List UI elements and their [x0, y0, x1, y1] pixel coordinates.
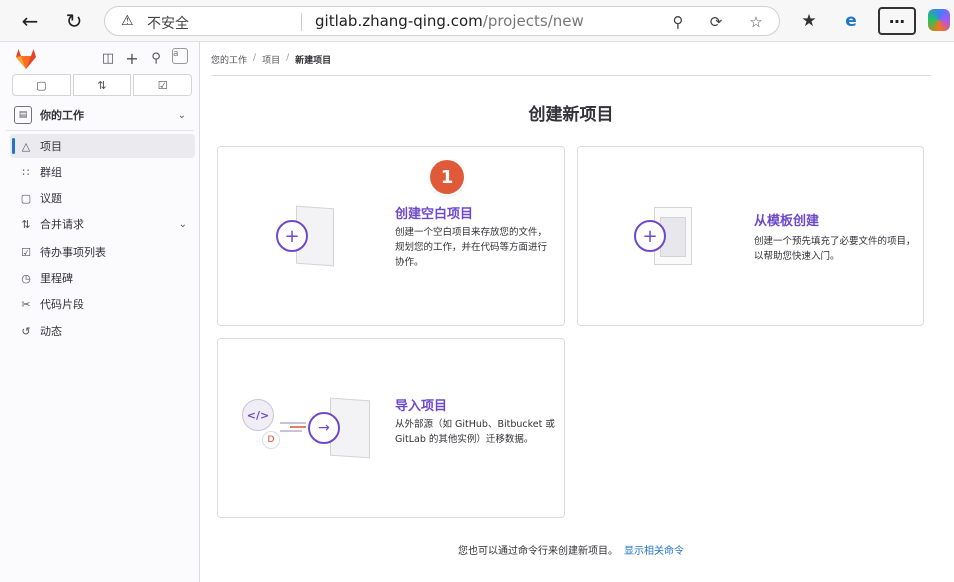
sidebar: ◫ + ⚲ a ▢ ⇅ ☑ ▤ 你的工作 ⌄ △ 项目 ∷ 群组 ▢ 议题 ⇅ … [0, 42, 200, 582]
merge-requests-quick-button[interactable]: ⇅ [72, 74, 132, 96]
gitlab-logo-icon[interactable] [14, 48, 38, 70]
breadcrumb-new-project[interactable]: 新建项目 [295, 53, 331, 66]
merge-request-icon: ⇅ [97, 78, 107, 92]
page-title: 创建新项目 [528, 105, 614, 125]
address-bar[interactable]: ⚠ 不安全 gitlab.zhang-qing.com/projects/new… [104, 6, 780, 36]
sidebar-item-issues[interactable]: ▢ 议题 [10, 186, 195, 210]
insecure-label[interactable]: 不安全 [147, 13, 189, 33]
sidebar-item-milestones[interactable]: ◷ 里程碑 [10, 266, 195, 290]
create-from-template-card[interactable]: + 从模板创建 创建一个预先填充了必要文件的项目，以帮助您快速入门。 [577, 146, 924, 326]
todo-icon: ☑ [21, 245, 31, 259]
plus-icon: + [634, 220, 666, 252]
quick-actions: ▢ ⇅ ☑ [12, 74, 193, 96]
search-icon[interactable]: ⚲ [146, 48, 166, 68]
group-icon: ∷ [22, 165, 30, 179]
create-new-icon[interactable]: + [122, 48, 142, 68]
merge-request-icon: ⇅ [21, 217, 31, 231]
breadcrumb: 您的工作 / 项目 / 新建项目 [211, 53, 332, 66]
sidebar-item-groups[interactable]: ∷ 群组 [10, 160, 195, 184]
sidebar-item-activity[interactable]: ↺ 动态 [10, 319, 195, 343]
issues-icon: ▢ [36, 78, 47, 92]
briefcase-icon: ▤ [14, 106, 32, 124]
sidebar-item-snippets[interactable]: ✂ 代码片段 [10, 292, 195, 316]
clock-icon: ◷ [21, 271, 31, 285]
sidebar-item-merge-requests[interactable]: ⇅ 合并请求 ⌄ [10, 212, 195, 236]
footer-note: 您也可以通过命令行来创建新项目。 显示相关命令 [458, 546, 684, 557]
favorites-icon[interactable]: ★ [796, 8, 822, 34]
todo-icon: ☑ [157, 78, 168, 92]
refresh-icon[interactable]: ↻ [60, 7, 88, 35]
code-icon: </> [242, 399, 274, 431]
project-icon: △ [21, 139, 31, 153]
import-project-card[interactable]: </> D → 导入项目 从外部源（如 GitHub、Bitbucket 或 G… [217, 338, 565, 518]
history-icon: ↺ [21, 324, 31, 338]
issues-quick-button[interactable]: ▢ [12, 74, 71, 96]
more-menu-button[interactable]: ⋯ [878, 7, 916, 35]
favorite-star-icon[interactable]: ☆ [745, 11, 767, 33]
url-text[interactable]: gitlab.zhang-qing.com/projects/new [315, 12, 584, 30]
gitlab-small-icon: D [262, 431, 280, 449]
chevron-down-icon: ⌄ [178, 218, 187, 230]
chevron-down-icon: ⌄ [177, 109, 186, 121]
card-title: 从模板创建 [754, 214, 820, 229]
todos-quick-button[interactable]: ☑ [133, 74, 193, 96]
plus-icon: + [276, 220, 308, 252]
copilot-icon[interactable] [928, 9, 950, 31]
card-description: 创建一个预先填充了必要文件的项目，以帮助您快速入门。 [754, 236, 916, 262]
edge-extension-icon[interactable]: e [838, 8, 864, 34]
create-blank-project-card[interactable]: + 创建空白项目 创建一个空白项目来存放您的文件，规划您的工作，并在代码等方面进… [217, 146, 565, 326]
step-badge: 1 [430, 160, 464, 194]
show-commands-link[interactable]: 显示相关命令 [624, 546, 684, 557]
back-icon[interactable]: ← [16, 7, 44, 35]
browser-essentials-icon[interactable]: ⟳ [705, 11, 727, 33]
sidebar-toggle-icon[interactable]: ◫ [98, 48, 118, 68]
your-work-section[interactable]: ▤ 你的工作 ⌄ [6, 102, 194, 128]
breadcrumb-projects[interactable]: 项目 [262, 53, 280, 66]
avatar[interactable]: a [172, 48, 188, 64]
issues-icon: ▢ [20, 191, 32, 205]
scissors-icon: ✂ [21, 297, 31, 311]
card-title: 创建空白项目 [395, 207, 474, 222]
card-description: 从外部源（如 GitHub、Bitbucket 或 GitLab 的其他实例）迁… [395, 419, 555, 445]
browser-toolbar: ← ↻ ⚠ 不安全 gitlab.zhang-qing.com/projects… [0, 0, 954, 42]
arrow-right-icon: → [308, 412, 340, 444]
breadcrumb-your-work[interactable]: 您的工作 [211, 53, 247, 66]
zoom-icon[interactable]: ⚲ [667, 11, 689, 33]
sidebar-item-todos[interactable]: ☑ 待办事项列表 [10, 240, 195, 264]
warning-icon: ⚠ [121, 13, 134, 29]
sidebar-item-projects[interactable]: △ 项目 [10, 134, 195, 158]
card-description: 创建一个空白项目来存放您的文件，规划您的工作，并在代码等方面进行协作。 [395, 227, 548, 268]
card-title: 导入项目 [395, 399, 448, 414]
